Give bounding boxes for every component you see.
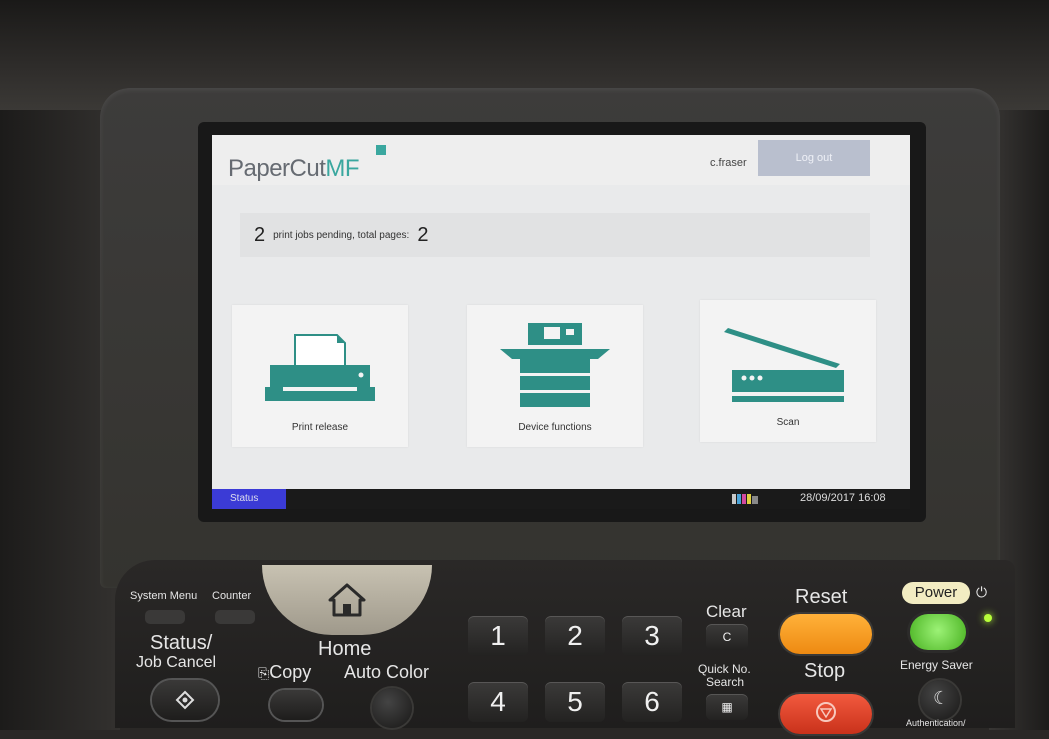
stop-button[interactable] — [780, 694, 872, 734]
papercut-logo: PaperCutMF — [228, 155, 360, 183]
touch-screen: PaperCutMF c.fraser Log out 2 print jobs… — [212, 135, 910, 509]
grid-icon: ▦ — [721, 700, 733, 714]
status-button[interactable]: Status — [212, 489, 286, 509]
counter-label: Counter — [212, 590, 252, 602]
key-1[interactable]: 1 — [468, 616, 528, 656]
copy-button[interactable] — [270, 690, 322, 720]
scan-tile[interactable]: Scan — [700, 300, 876, 442]
logo-accent-text: MF — [325, 155, 360, 182]
quick-no-label-1: Quick No. — [698, 662, 751, 676]
key-5[interactable]: 5 — [545, 682, 605, 722]
scan-label: Scan — [776, 417, 800, 428]
system-menu-button[interactable] — [145, 610, 185, 624]
print-release-label: Print release — [291, 422, 349, 433]
diamond-icon — [175, 690, 195, 710]
power-icon: ⏻ — [976, 584, 988, 600]
print-release-tile[interactable]: Print release — [232, 305, 408, 447]
device-functions-label: Device functions — [518, 422, 592, 433]
status-job-cancel-button[interactable] — [152, 680, 218, 720]
auto-color-label: Auto Color — [344, 662, 430, 682]
key-4[interactable]: 4 — [468, 682, 528, 722]
toner-level-icon — [732, 493, 760, 508]
moon-icon: ☾ — [933, 688, 950, 708]
stop-label: Stop — [804, 660, 846, 682]
power-button[interactable] — [910, 614, 966, 650]
energy-saver-label: Energy Saver — [900, 658, 973, 672]
reset-label: Reset — [795, 586, 848, 608]
status-datetime: 28/09/2017 16:08 — [800, 492, 886, 504]
pending-jobs-bar: 2 print jobs pending, total pages: 2 — [240, 213, 870, 257]
screen-header: PaperCutMF c.fraser Log out — [212, 135, 910, 185]
authentication-label: Authentication/ — [906, 718, 966, 728]
power-label: Power — [902, 582, 970, 604]
username-label: c.fraser — [710, 157, 747, 169]
logo-main-text: PaperCut — [228, 155, 326, 182]
copy-label: ⎘Copy — [258, 662, 311, 683]
home-label: Home — [318, 638, 372, 660]
energy-saver-button[interactable]: ☾ — [920, 680, 960, 720]
status-job-cancel-label-1: Status/ — [150, 632, 213, 654]
status-bar: Status 28/09/2017 16:08 — [212, 489, 910, 509]
stop-icon — [816, 702, 836, 722]
quick-search-button[interactable]: ▦ — [706, 694, 748, 720]
clear-label: Clear — [706, 602, 747, 621]
printer-icon — [265, 334, 375, 401]
copy-label-text: Copy — [269, 662, 312, 682]
logo-mark-icon — [376, 145, 386, 155]
copier-icon — [500, 323, 610, 407]
auto-color-button[interactable] — [372, 688, 412, 728]
total-pages-count: 2 — [417, 223, 429, 246]
key-3[interactable]: 3 — [622, 616, 682, 656]
counter-button[interactable] — [215, 610, 255, 624]
reset-button[interactable] — [780, 614, 872, 654]
scanner-icon — [724, 328, 844, 402]
device-functions-tile[interactable]: Device functions — [467, 305, 643, 447]
pending-jobs-text: print jobs pending, total pages: — [273, 229, 410, 241]
clear-button[interactable]: C — [706, 624, 748, 650]
key-6[interactable]: 6 — [622, 682, 682, 722]
status-job-cancel-label-2: Job Cancel — [136, 654, 217, 671]
key-2[interactable]: 2 — [545, 616, 605, 656]
home-icon — [328, 583, 366, 617]
pending-jobs-count: 2 — [254, 223, 266, 246]
logout-button[interactable]: Log out — [758, 140, 870, 176]
quick-no-label-2: Search — [706, 675, 745, 689]
copy-icon: ⎘ — [258, 665, 270, 681]
power-indicator-light — [984, 614, 992, 622]
system-menu-label: System Menu — [130, 590, 198, 602]
